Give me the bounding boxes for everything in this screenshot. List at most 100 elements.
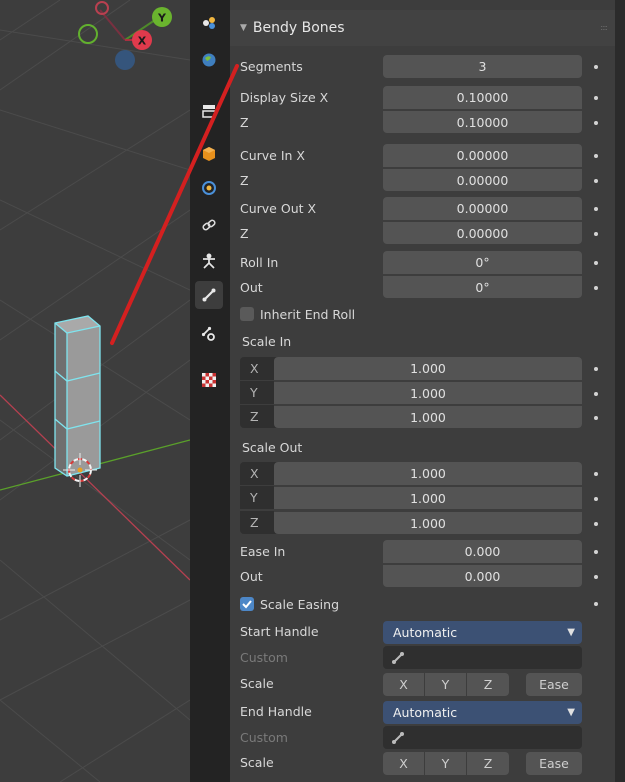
tool-tab-icon[interactable] [195,9,223,37]
end-handle-scale-label: Scale [240,755,274,770]
bone-icon [392,651,404,664]
navigation-gizmo: X Y [78,1,172,70]
scale-in-y-field[interactable]: Y 1.000 [240,381,582,404]
scale-out-label: Scale Out [242,440,303,455]
scale-x-toggle[interactable]: X [383,752,425,775]
3d-viewport[interactable]: X Y [0,0,190,782]
scale-y-toggle[interactable]: Y [425,752,467,775]
segments-label: Segments [240,59,303,74]
end-handle-custom-label: Custom [240,730,288,745]
roll-out-field[interactable]: 0° [383,275,582,298]
bone-icon [392,731,404,744]
curve-out-x-label: Curve Out X [240,201,317,216]
bendy-bones-panel-header[interactable]: ▼ Bendy Bones :::: [230,10,615,46]
roll-in-field[interactable]: 0° [383,251,582,274]
keyframe-dot-icon[interactable] [594,472,598,476]
ease-out-field[interactable]: 0.000 [383,564,582,587]
scale-in-label: Scale In [242,334,292,349]
scale-z-toggle[interactable]: Z [467,673,509,696]
drag-grip-icon[interactable]: :::: [600,23,608,32]
texture-tab-icon[interactable] [195,366,223,394]
display-size-z-label: Z [240,115,249,130]
ease-out-label: Out [240,569,263,584]
inherit-end-roll-checkbox[interactable]: Inherit End Roll [240,303,355,325]
checkmark-icon [240,597,254,611]
scale-out-z-field[interactable]: Z 1.000 [240,511,582,534]
panel-title: Bendy Bones [252,20,345,36]
keyframe-dot-icon[interactable] [594,96,598,100]
scale-z-toggle[interactable]: Z [467,752,509,775]
curve-in-x-label: Curve In X [240,148,305,163]
keyframe-dot-icon[interactable] [594,232,598,236]
checkbox-unchecked-icon [240,307,254,321]
curve-out-z-field[interactable]: 0.00000 [383,221,582,244]
svg-text:X: X [138,35,147,48]
constraints-tab-icon[interactable] [195,211,223,239]
end-handle-dropdown[interactable]: Automatic ▼ [383,701,582,724]
scale-in-x-field[interactable]: X 1.000 [240,357,582,380]
bone-constraints-tab-icon[interactable] [195,320,223,348]
curve-out-x-field[interactable]: 0.00000 [383,197,582,220]
display-size-x-label: Display Size X [240,90,329,105]
segments-field[interactable]: 3 [383,55,582,78]
panel-scroll-strip [615,0,625,782]
curve-in-x-field[interactable]: 0.00000 [383,144,582,167]
keyframe-dot-icon[interactable] [594,416,598,420]
data-tab-icon[interactable] [195,247,223,275]
ease-in-label: Ease In [240,544,286,559]
keyframe-dot-icon[interactable] [594,497,598,501]
keyframe-dot-icon[interactable] [594,179,598,183]
end-handle-label: End Handle [240,704,312,719]
svg-text:Y: Y [157,12,167,25]
keyframe-dot-icon[interactable] [594,121,598,125]
keyframe-dot-icon[interactable] [594,602,598,606]
end-handle-scale-toggles: X Y Z [383,752,509,775]
selected-bone-mesh [54,315,101,477]
scale-y-toggle[interactable]: Y [425,673,467,696]
keyframe-dot-icon[interactable] [594,286,598,290]
properties-tab-bar [190,0,230,782]
keyframe-dot-icon[interactable] [594,522,598,526]
end-handle-ease-toggle[interactable]: Ease [526,752,582,775]
keyframe-dot-icon[interactable] [594,65,598,69]
start-handle-label: Start Handle [240,624,319,639]
object-tab-icon[interactable] [195,140,223,168]
keyframe-dot-icon[interactable] [594,154,598,158]
curve-out-z-label: Z [240,226,249,241]
scale-in-z-field[interactable]: Z 1.000 [240,405,582,428]
modifiers-tab-icon[interactable] [195,174,223,202]
curve-in-z-field[interactable]: 0.00000 [383,168,582,191]
keyframe-dot-icon[interactable] [594,367,598,371]
scale-easing-checkbox[interactable]: Scale Easing [240,593,339,615]
viewport-canvas: X Y [0,0,190,782]
end-handle-custom-bone-picker[interactable] [383,726,582,749]
start-handle-ease-toggle[interactable]: Ease [526,673,582,696]
roll-out-label: Out [240,280,263,295]
chevron-down-icon: ▼ [567,707,575,718]
keyframe-dot-icon[interactable] [594,392,598,396]
world-tab-icon[interactable] [195,46,223,74]
keyframe-dot-icon[interactable] [594,207,598,211]
bone-tab-icon[interactable] [195,281,223,309]
start-handle-custom-bone-picker[interactable] [383,646,582,669]
start-handle-scale-label: Scale [240,676,274,691]
keyframe-dot-icon[interactable] [594,575,598,579]
start-handle-scale-toggles: X Y Z [383,673,509,696]
display-size-z-field[interactable]: 0.10000 [383,110,582,133]
collapse-triangle-icon[interactable]: ▼ [240,23,247,33]
scale-out-x-field[interactable]: X 1.000 [240,462,582,485]
scale-out-y-field[interactable]: Y 1.000 [240,486,582,509]
roll-in-label: Roll In [240,255,279,270]
collection-tab-icon[interactable] [195,97,223,125]
ease-in-field[interactable]: 0.000 [383,540,582,563]
chevron-down-icon: ▼ [567,627,575,638]
scale-x-toggle[interactable]: X [383,673,425,696]
keyframe-dot-icon[interactable] [594,261,598,265]
bone-properties-panel: ▼ Bendy Bones :::: Segments 3 Display Si… [230,0,615,782]
keyframe-dot-icon[interactable] [594,550,598,554]
display-size-x-field[interactable]: 0.10000 [383,86,582,109]
scale-easing-label: Scale Easing [260,596,340,612]
start-handle-dropdown[interactable]: Automatic ▼ [383,621,582,644]
start-handle-custom-label: Custom [240,650,288,665]
curve-in-z-label: Z [240,173,249,188]
